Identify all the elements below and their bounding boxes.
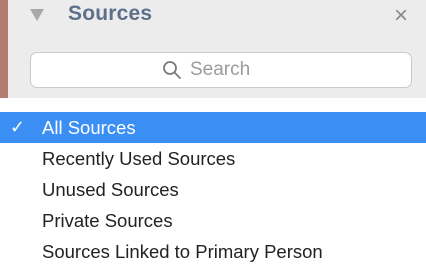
- sources-panel: Sources ×: [0, 0, 426, 98]
- menu-item-unused-sources[interactable]: Unused Sources: [0, 174, 426, 205]
- search-field[interactable]: [30, 52, 412, 88]
- search-input[interactable]: [190, 59, 280, 81]
- menu-item-all-sources[interactable]: ✓ All Sources: [0, 112, 426, 143]
- menu-item-label: Private Sources: [42, 210, 173, 231]
- menu-item-label: Unused Sources: [42, 179, 179, 200]
- panel-title: Sources: [68, 2, 153, 25]
- sources-popover: Sources × ✓ All Sources Recently Used So…: [0, 0, 426, 280]
- menu-item-label: All Sources: [42, 117, 136, 138]
- close-icon[interactable]: ×: [390, 4, 412, 28]
- search-field-inner: [31, 53, 411, 87]
- panel-header: Sources ×: [8, 0, 426, 40]
- sources-filter-menu: ✓ All Sources Recently Used Sources Unus…: [0, 112, 426, 267]
- menu-item-sources-linked-to-primary-person[interactable]: Sources Linked to Primary Person: [0, 236, 426, 267]
- accent-bar: [0, 0, 8, 98]
- disclosure-triangle-icon[interactable]: [30, 9, 44, 21]
- menu-item-label: Recently Used Sources: [42, 148, 236, 169]
- menu-item-recently-used-sources[interactable]: Recently Used Sources: [0, 143, 426, 174]
- menu-item-label: Sources Linked to Primary Person: [42, 241, 323, 262]
- menu-item-private-sources[interactable]: Private Sources: [0, 205, 426, 236]
- checkmark-icon: ✓: [10, 117, 26, 137]
- search-icon: [163, 61, 181, 79]
